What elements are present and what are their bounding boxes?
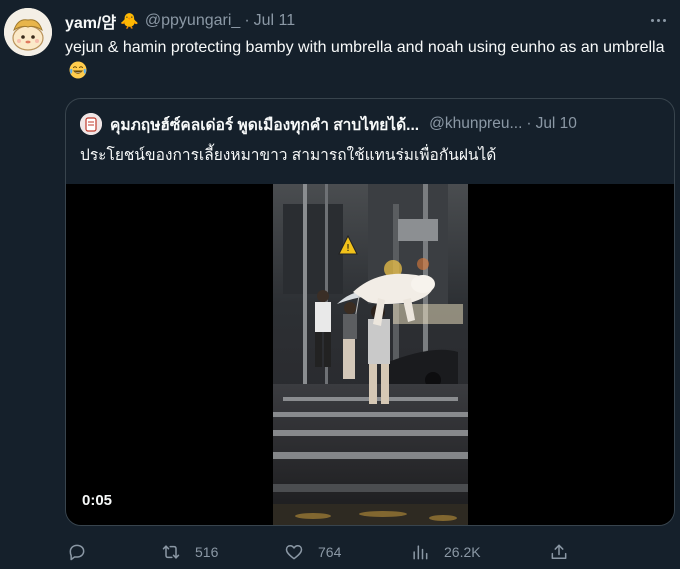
reply-icon <box>69 544 85 561</box>
author-display-name[interactable]: yam/얌 <box>65 9 116 33</box>
author-avatar[interactable] <box>4 8 52 56</box>
views-icon <box>413 545 428 560</box>
tweet-text: yejun & hamin protecting bamby with umbr… <box>65 36 675 84</box>
video-player[interactable]: ! 0:05 <box>66 184 674 525</box>
quoted-tweet-header: คุมภฤษฮ์ซ์คลเด่อร์ พูดเมืองทุกคำ สาบไทยไ… <box>80 113 577 135</box>
quoted-author-handle: @khunpreu... <box>429 115 523 132</box>
quoted-header-separator: · <box>526 115 532 132</box>
action-bar: 516 764 26.2K <box>65 540 585 564</box>
quoted-author-display-name: คุมภฤษฮ์ซ์คลเด่อร์ พูดเมืองทุกคำ สาบไทยไ… <box>110 116 420 134</box>
tears-of-joy-emoji <box>69 61 87 79</box>
quoted-author-avatar <box>80 113 102 135</box>
quoted-tweet[interactable]: คุมภฤษฮ์ซ์คลเด่อร์ พูดเมืองทุกคำ สาบไทยไ… <box>65 98 675 526</box>
quoted-timestamp: Jul 10 <box>535 115 577 132</box>
tweet-header: yam/얌 🐥 @ppyungari_ · Jul 11 <box>65 10 295 32</box>
retweet-button[interactable]: 516 <box>161 540 218 564</box>
like-button[interactable]: 764 <box>284 540 341 564</box>
views-count: 26.2K <box>444 544 481 560</box>
chick-emoji: 🐥 <box>120 13 139 30</box>
tweet-timestamp[interactable]: Jul 11 <box>254 12 296 30</box>
retweet-count: 516 <box>195 544 219 560</box>
more-icon[interactable] <box>646 8 670 32</box>
author-handle[interactable]: @ppyungari_ <box>145 12 240 30</box>
tweet: yam/얌 🐥 @ppyungari_ · Jul 11 yejun & ham… <box>0 0 680 569</box>
like-icon <box>285 545 303 560</box>
video-frame: ! <box>273 184 468 525</box>
reply-button[interactable] <box>67 540 101 564</box>
like-count: 764 <box>318 544 342 560</box>
views-button[interactable]: 26.2K <box>410 540 481 564</box>
retweet-icon <box>162 545 180 559</box>
video-duration: 0:05 <box>82 492 113 509</box>
tweet-text-body: yejun & hamin protecting bamby with umbr… <box>65 39 665 56</box>
svg-text:!: ! <box>346 243 350 254</box>
share-button[interactable] <box>549 540 569 564</box>
quoted-tweet-text: ประโยชน์ของการเลี้ยงหมาขาว สามารถใช้แทนร… <box>80 147 497 164</box>
header-separator: · <box>244 12 250 29</box>
share-icon <box>551 544 567 559</box>
